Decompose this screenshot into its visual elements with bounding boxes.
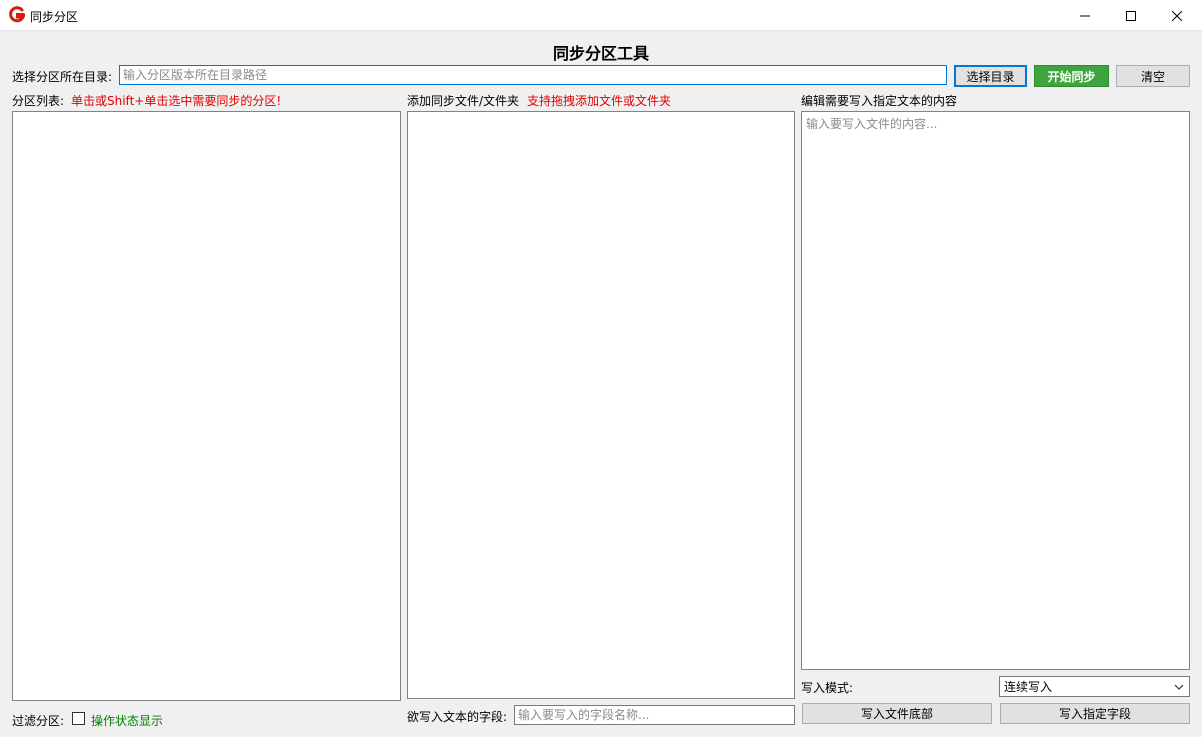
partition-list-hint: 单击或Shift+单击选中需要同步的分区! <box>71 94 282 108</box>
minimize-button[interactable] <box>1062 0 1108 31</box>
field-name-input[interactable] <box>514 705 795 725</box>
write-mode-label: 写入模式: <box>801 681 854 695</box>
clear-button[interactable]: 清空 <box>1116 65 1190 87</box>
field-label: 欲写入文本的字段: <box>407 710 508 724</box>
chevron-down-icon <box>1174 684 1184 690</box>
minimize-icon <box>1080 15 1090 16</box>
sync-files-list[interactable] <box>407 111 795 699</box>
directory-path-input[interactable] <box>119 65 947 85</box>
maximize-button[interactable] <box>1108 0 1154 31</box>
maximize-icon <box>1126 10 1136 21</box>
directory-label: 选择分区所在目录: <box>12 70 113 84</box>
filter-label: 过滤分区: <box>12 714 65 728</box>
start-sync-button[interactable]: 开始同步 <box>1034 65 1109 87</box>
select-directory-button[interactable]: 选择目录 <box>954 65 1027 87</box>
sync-files-label: 添加同步文件/文件夹 <box>407 94 520 108</box>
sync-files-hint: 支持拖拽添加文件或文件夹 <box>527 94 672 108</box>
write-mode-select[interactable]: 连续写入 <box>999 676 1190 697</box>
partition-list-label: 分区列表: <box>12 94 65 108</box>
close-button[interactable] <box>1154 0 1200 31</box>
close-icon <box>1172 10 1182 21</box>
partition-list[interactable] <box>12 111 401 701</box>
content-textarea[interactable] <box>801 111 1190 670</box>
status-display-label[interactable]: 操作状态显示 <box>91 712 163 729</box>
title-bar: 同步分区 <box>0 0 1202 31</box>
page-title: 同步分区工具 <box>552 44 649 63</box>
content-editor-label: 编辑需要写入指定文本的内容 <box>801 94 958 108</box>
write-to-field-button[interactable]: 写入指定字段 <box>1000 703 1190 724</box>
g-logo-icon <box>9 6 26 23</box>
status-display-checkbox[interactable] <box>72 712 85 725</box>
window-title: 同步分区 <box>30 10 79 24</box>
write-to-bottom-button[interactable]: 写入文件底部 <box>802 703 992 724</box>
write-mode-value: 连续写入 <box>1004 680 1053 694</box>
